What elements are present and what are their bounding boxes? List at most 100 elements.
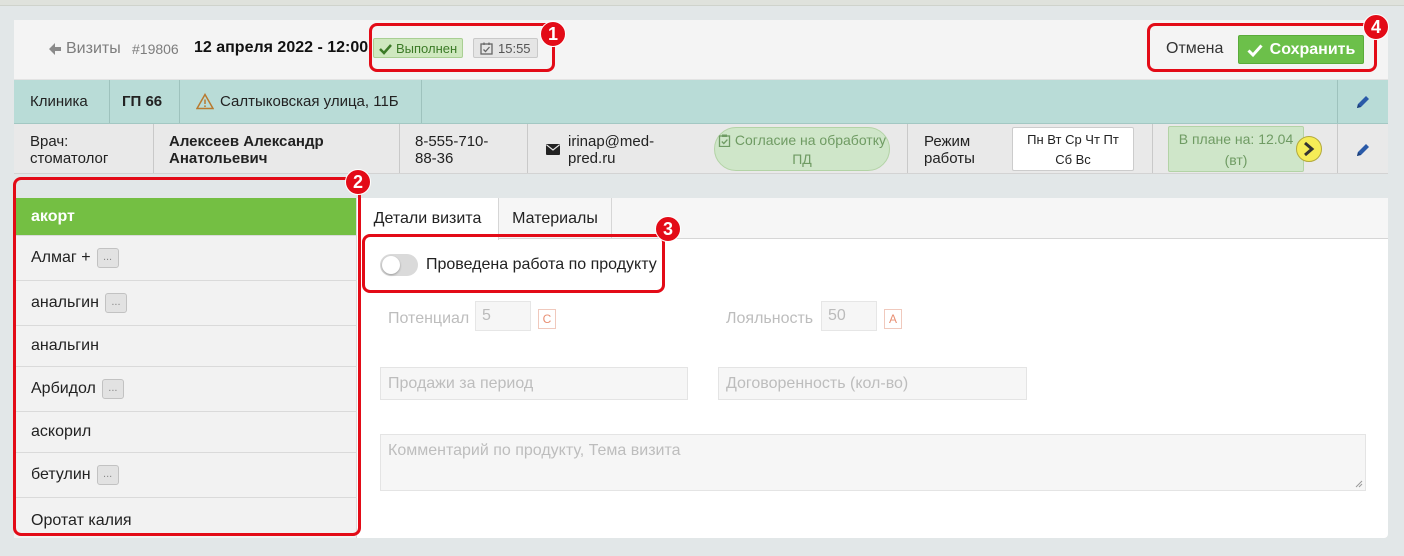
- product-name: Алмаг +: [31, 249, 91, 266]
- clinic-label-cell: Клиника: [14, 80, 110, 123]
- arrow-left-icon: [49, 43, 61, 55]
- product-item[interactable]: Алмаг + ...: [14, 236, 356, 281]
- consent-label: Согласие на обработку ПД: [734, 132, 886, 167]
- doctor-role: Врач: стоматолог: [30, 133, 109, 167]
- warning-icon: [196, 93, 214, 110]
- status-text: Выполнен: [396, 40, 458, 56]
- doctor-name: Алексеев Александр Анатольевич: [169, 133, 324, 167]
- more-button[interactable]: ...: [101, 379, 124, 399]
- clinic-address: Салтыковская улица, 11Б: [220, 93, 399, 110]
- plan-badge: В плане на: 12.04 (вт): [1168, 126, 1304, 172]
- more-button[interactable]: ...: [96, 248, 119, 268]
- next-plan-button[interactable]: [1296, 136, 1322, 162]
- work-days-weekend: Сб Вс: [1055, 152, 1091, 167]
- doctor-name-cell: Алексеев Александр Анатольевич: [154, 124, 400, 173]
- product-item[interactable]: Арбидол ...: [14, 367, 356, 412]
- product-name: Оротат калия: [31, 511, 132, 529]
- sales-input[interactable]: Продажи за период: [380, 367, 688, 400]
- product-item[interactable]: аскорил: [14, 412, 356, 453]
- edit-clinic-cell: [1337, 80, 1388, 123]
- divider: [907, 124, 908, 173]
- time-text: 15:55: [498, 40, 531, 56]
- calendar-check-icon: [480, 42, 493, 55]
- edit-doctor-cell: [1337, 124, 1388, 173]
- product-item[interactable]: акорт: [14, 198, 356, 236]
- visit-date: 12 апреля 2022 - 12:00: [194, 39, 369, 56]
- plan-label: В плане на: 12.04: [1178, 131, 1294, 147]
- more-button[interactable]: ...: [104, 293, 127, 313]
- top-strip: [0, 0, 1404, 6]
- save-label: Сохранить: [1269, 40, 1356, 58]
- toggle-switch[interactable]: [380, 254, 418, 276]
- product-name: бетулин: [31, 466, 91, 483]
- doctor-bar: Врач: стоматолог Алексеев Александр Анат…: [14, 124, 1388, 174]
- clinic-name-cell: ГП 66: [110, 80, 180, 123]
- status-badge: Выполнен: [373, 38, 464, 58]
- potential-label: Потенциал: [388, 310, 470, 327]
- comment-placeholder: Комментарий по продукту, Тема визита: [388, 442, 681, 459]
- product-name: анальгин: [31, 337, 99, 354]
- visit-id: #19806: [132, 41, 179, 57]
- cancel-button[interactable]: Отмена: [1166, 40, 1223, 58]
- resize-handle-icon[interactable]: [1355, 480, 1363, 488]
- doctor-email[interactable]: irinap@med-pred.ru: [568, 133, 698, 167]
- doctor-phone-cell: 8-555-710-88-36: [400, 124, 528, 173]
- tab-visit-details[interactable]: Детали визита: [357, 198, 499, 240]
- annotation-marker-3: 3: [655, 216, 681, 242]
- annotation-marker-1: 1: [540, 21, 566, 47]
- edit-clinic-pencil-icon[interactable]: [1355, 94, 1371, 110]
- check-icon: [1247, 43, 1263, 57]
- chevron-right-icon: [1304, 142, 1315, 156]
- tab-label: Детали визита: [373, 210, 482, 227]
- agreement-input[interactable]: Договоренность (кол-во): [718, 367, 1027, 400]
- visit-header: Визиты #19806 12 апреля 2022 - 12:00 Вып…: [14, 20, 1388, 80]
- product-item[interactable]: бетулин ...: [14, 453, 356, 498]
- doctor-phone[interactable]: 8-555-710-88-36: [415, 133, 510, 167]
- product-item[interactable]: Оротат калия: [14, 498, 356, 538]
- product-name: акорт: [31, 207, 75, 225]
- consent-badge[interactable]: Согласие на обработку ПД: [714, 127, 890, 171]
- product-name: аскорил: [31, 423, 92, 440]
- product-work-toggle[interactable]: Проведена работа по продукту: [380, 254, 657, 276]
- work-days-weekdays: Пн Вт Ср Чт Пт: [1027, 132, 1119, 147]
- toggle-label: Проведена работа по продукту: [426, 256, 657, 273]
- clinic-address-cell: Салтыковская улица, 11Б: [180, 80, 422, 123]
- tab-label: Материалы: [512, 209, 598, 227]
- product-item[interactable]: анальгин ...: [14, 281, 356, 326]
- divider: [1152, 124, 1153, 173]
- check-icon: [379, 43, 392, 55]
- clinic-bar: Клиника ГП 66 Салтыковская улица, 11Б: [14, 80, 1388, 124]
- back-to-visits-link[interactable]: Визиты: [48, 40, 121, 58]
- clinic-label: Клиника: [30, 93, 88, 110]
- save-button[interactable]: Сохранить: [1238, 35, 1364, 64]
- schedule-label: Режим работы: [924, 133, 975, 167]
- annotation-marker-4: 4: [1363, 14, 1389, 40]
- product-item[interactable]: анальгин: [14, 326, 356, 367]
- comment-textarea[interactable]: Комментарий по продукту, Тема визита: [380, 434, 1366, 491]
- agreement-placeholder: Договоренность (кол-во): [726, 375, 909, 392]
- product-list: акорт Алмаг + ... анальгин ... анальгин …: [14, 198, 357, 538]
- annotation-marker-2: 2: [345, 169, 371, 195]
- potential-input[interactable]: [475, 301, 531, 331]
- clinic-name: ГП 66: [122, 93, 163, 110]
- loyalty-grade: A: [884, 309, 902, 329]
- potential-grade: C: [538, 309, 556, 329]
- work-days: Пн Вт Ср Чт Пт Сб Вс: [1012, 127, 1134, 171]
- visit-tabs: Детали визита Материалы: [357, 198, 1388, 240]
- loyalty-label: Лояльность: [726, 310, 814, 327]
- edit-doctor-pencil-icon[interactable]: [1355, 142, 1371, 158]
- doctor-role-cell: Врач: стоматолог: [14, 124, 154, 173]
- sales-placeholder: Продажи за период: [388, 375, 534, 392]
- visit-panel: акорт Алмаг + ... анальгин ... анальгин …: [14, 198, 1388, 538]
- more-button[interactable]: ...: [96, 465, 119, 485]
- product-name: Арбидол: [31, 380, 96, 397]
- loyalty-input[interactable]: [821, 301, 877, 331]
- time-badge[interactable]: 15:55: [473, 38, 538, 58]
- clipboard-check-icon: [718, 134, 731, 147]
- plan-day: (вт): [1224, 152, 1248, 168]
- tab-materials[interactable]: Материалы: [499, 198, 612, 239]
- product-name: анальгин: [31, 294, 99, 311]
- doctor-email-cell: irinap@med-pred.ru: [528, 124, 706, 173]
- back-label: Визиты: [66, 40, 121, 57]
- envelope-icon: [546, 144, 560, 155]
